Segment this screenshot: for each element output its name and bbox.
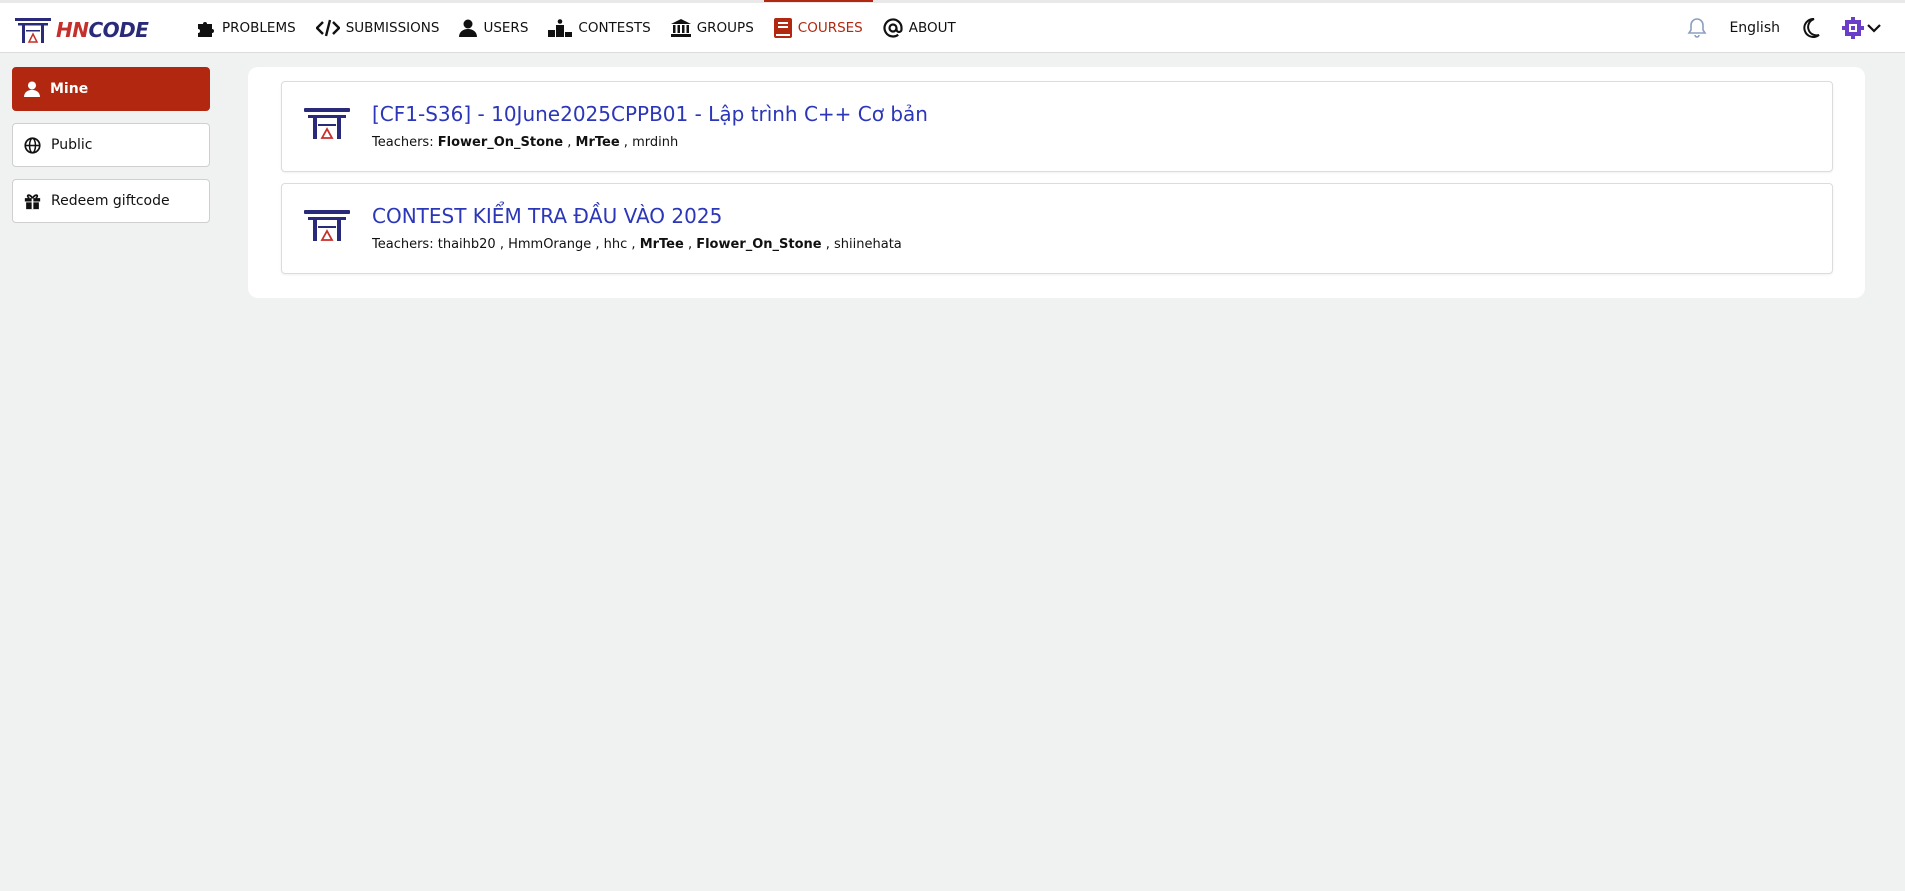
language-selector[interactable]: English — [1729, 20, 1780, 36]
course-list-panel: [CF1-S36] - 10June2025CPPB01 - Lập trình… — [248, 67, 1865, 298]
top-navbar: HNCODE PROBLEMS SUBMISSIONS USERS CONTES… — [0, 0, 1905, 53]
site-logo[interactable]: HNCODE — [14, 15, 149, 45]
nav-problems[interactable]: PROBLEMS — [186, 3, 306, 53]
institution-icon — [670, 19, 691, 37]
globe-icon — [24, 136, 41, 154]
teachers-label: Teachers: — [372, 135, 434, 150]
teacher-name[interactable]: HmmOrange — [508, 237, 591, 252]
avatar — [1842, 17, 1864, 39]
sidebar-item-label: Redeem giftcode — [51, 193, 170, 209]
course-filter-sidebar: Mine Public Redeem giftcode — [12, 67, 210, 235]
nav-problems-label: PROBLEMS — [222, 20, 296, 36]
nav-about-label: ABOUT — [908, 20, 956, 36]
teacher-name[interactable]: Flower_On_Stone — [696, 237, 821, 252]
book-icon — [773, 17, 792, 38]
podium-icon — [548, 19, 573, 37]
nav-users-label: USERS — [483, 20, 529, 36]
teacher-name[interactable]: thaihb20 — [438, 237, 496, 252]
nav-groups-label: GROUPS — [696, 20, 754, 36]
sidebar-item-public[interactable]: Public — [12, 123, 210, 167]
teacher-name[interactable]: shiinehata — [834, 237, 902, 252]
course-title-link[interactable]: [CF1-S36] - 10June2025CPPB01 - Lập trình… — [372, 102, 928, 126]
course-gate-icon — [304, 210, 350, 241]
nav-submissions-label: SUBMISSIONS — [345, 20, 440, 36]
course-teachers: Teachers: Flower_On_Stone , MrTee , mrdi… — [372, 135, 679, 150]
gate-logo-icon — [15, 18, 51, 43]
gift-icon — [24, 193, 41, 209]
course-gate-icon — [304, 108, 350, 139]
nav-courses[interactable]: COURSES — [763, 0, 873, 53]
teacher-name[interactable]: mrdinh — [632, 135, 678, 150]
course-card[interactable]: [CF1-S36] - 10June2025CPPB01 - Lập trình… — [281, 81, 1833, 172]
header-tools: English — [1665, 3, 1881, 53]
nav-groups[interactable]: GROUPS — [661, 3, 764, 53]
logo-text: HNCODE — [56, 18, 149, 42]
teacher-name[interactable]: Flower_On_Stone — [438, 135, 563, 150]
course-title-link[interactable]: CONTEST KIỂM TRA ĐẦU VÀO 2025 — [372, 204, 722, 228]
nav-users[interactable]: USERS — [449, 3, 538, 53]
sidebar-item-label: Mine — [50, 81, 89, 97]
sidebar-item-redeem-giftcode[interactable]: Redeem giftcode — [12, 179, 210, 223]
nav-contests-label: CONTESTS — [578, 20, 651, 36]
at-icon — [883, 18, 903, 38]
bell-icon[interactable] — [1687, 17, 1707, 39]
user-menu[interactable] — [1842, 17, 1881, 39]
teachers-label: Teachers: — [372, 237, 434, 252]
puzzle-icon — [198, 22, 214, 37]
user-icon — [459, 19, 478, 37]
dark-mode-moon-icon[interactable] — [1802, 18, 1820, 38]
nav-courses-label: COURSES — [797, 19, 863, 36]
teacher-name[interactable]: MrTee — [576, 135, 620, 150]
user-icon — [24, 81, 40, 97]
teacher-name[interactable]: hhc — [604, 237, 628, 252]
chevron-down-icon — [1867, 24, 1881, 33]
code-icon — [315, 19, 340, 37]
course-teachers: Teachers: thaihb20 , HmmOrange , hhc , M… — [372, 237, 902, 252]
teacher-name[interactable]: MrTee — [640, 237, 684, 252]
course-card[interactable]: CONTEST KIỂM TRA ĐẦU VÀO 2025 Teachers: … — [281, 183, 1833, 274]
main-nav: PROBLEMS SUBMISSIONS USERS CONTESTS GROU… — [186, 0, 966, 53]
nav-contests[interactable]: CONTESTS — [538, 3, 660, 53]
sidebar-item-label: Public — [51, 137, 93, 153]
sidebar-item-mine[interactable]: Mine — [12, 67, 210, 111]
nav-about[interactable]: ABOUT — [873, 3, 966, 53]
nav-submissions[interactable]: SUBMISSIONS — [306, 3, 450, 53]
